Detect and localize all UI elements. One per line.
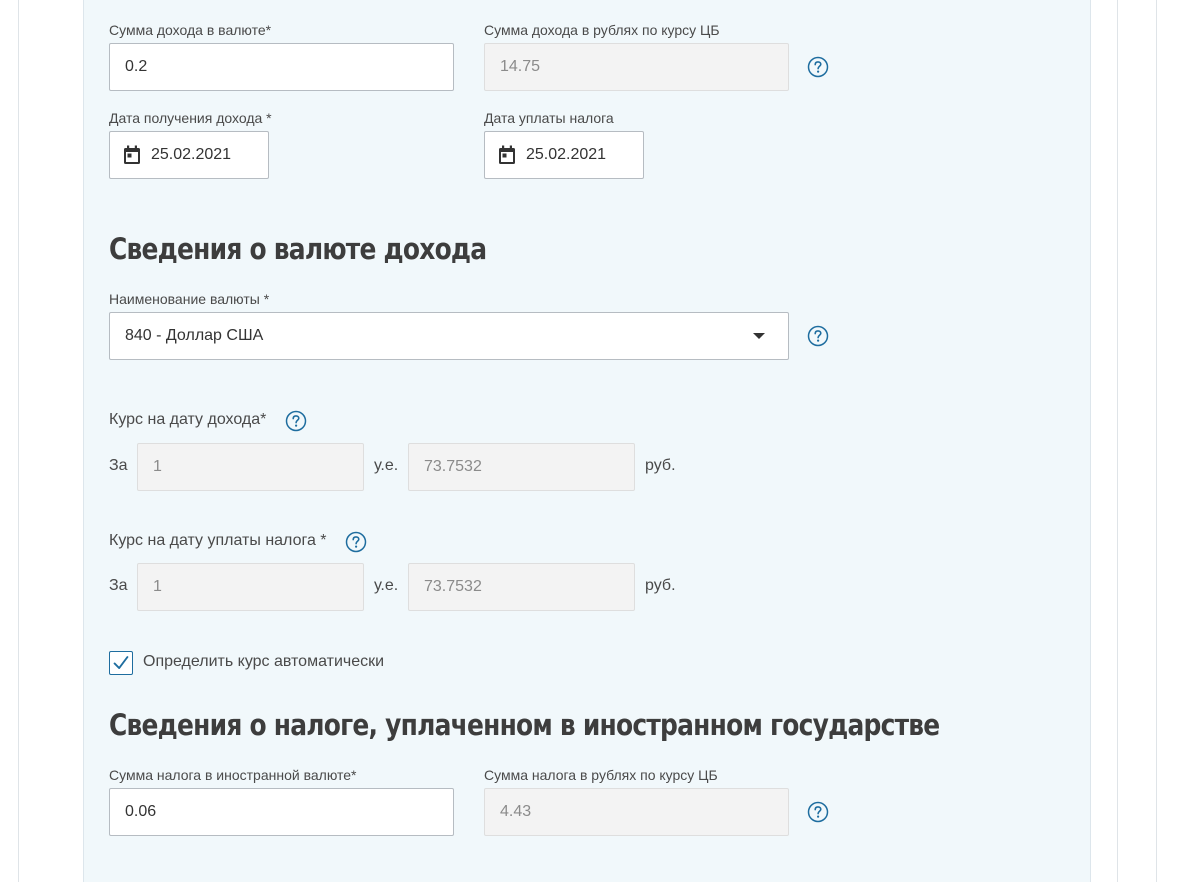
- page-frame-left: [18, 0, 58, 882]
- question-circle-icon[interactable]: [807, 325, 829, 347]
- tax-currency-input[interactable]: 0.06: [109, 788, 454, 836]
- tax-currency-label: Сумма налога в иностранной валюте*: [109, 767, 357, 783]
- rate-tax-for-label: За: [109, 577, 128, 594]
- income-amount-rub-label: Сумма дохода в рублях по курсу ЦБ: [484, 22, 720, 38]
- rate-tax-rub-field: 73.7532: [408, 563, 635, 611]
- tax-paid-date-value: 25.02.2021: [526, 146, 607, 163]
- income-amount-rub-field: 14.75: [484, 43, 789, 91]
- rate-tax-rub-suffix: руб.: [645, 577, 676, 594]
- currency-select[interactable]: 840 - Доллар США: [109, 312, 789, 360]
- rate-income-date-label: Курс на дату дохода*: [109, 411, 267, 428]
- tax-paid-date-label: Дата уплаты налога: [484, 110, 614, 126]
- tax-rub-label: Сумма налога в рублях по курсу ЦБ: [484, 767, 718, 783]
- currency-select-value: 840 - Доллар США: [125, 327, 264, 344]
- auto-rate-label[interactable]: Определить курс автоматически: [143, 653, 384, 671]
- question-circle-icon[interactable]: [807, 801, 829, 823]
- rate-income-units-suffix: у.е.: [374, 457, 399, 474]
- income-amount-currency-input[interactable]: 0.2: [109, 43, 454, 91]
- rate-income-for-label: За: [109, 457, 128, 474]
- calendar-icon: [499, 145, 515, 164]
- question-circle-icon[interactable]: [345, 531, 367, 553]
- income-amount-currency-label: Сумма дохода в валюте*: [109, 22, 272, 38]
- rate-tax-date-label: Курс на дату уплаты налога *: [109, 532, 327, 549]
- rate-income-rub-suffix: руб.: [645, 457, 676, 474]
- auto-rate-checkbox[interactable]: [109, 651, 133, 675]
- foreign-tax-section-heading: Сведения о налоге, уплаченном в иностран…: [109, 708, 940, 742]
- question-circle-icon[interactable]: [807, 56, 829, 78]
- tax-rub-field: 4.43: [484, 788, 789, 836]
- calendar-icon: [124, 145, 140, 164]
- rate-income-units-field: 1: [137, 443, 364, 491]
- currency-section-heading: Сведения о валюте дохода: [109, 232, 487, 266]
- check-icon: [113, 656, 129, 669]
- question-circle-icon[interactable]: [285, 410, 307, 432]
- page-frame-right: [1117, 0, 1157, 882]
- income-date-picker[interactable]: 25.02.2021: [109, 131, 269, 179]
- chevron-down-icon: [753, 333, 765, 339]
- currency-name-label: Наименование валюты *: [109, 291, 270, 307]
- tax-paid-date-picker[interactable]: 25.02.2021: [484, 131, 644, 179]
- rate-tax-units-suffix: у.е.: [374, 577, 399, 594]
- rate-income-rub-field: 73.7532: [408, 443, 635, 491]
- income-date-value: 25.02.2021: [151, 146, 232, 163]
- rate-tax-units-field: 1: [137, 563, 364, 611]
- income-date-label: Дата получения дохода *: [109, 110, 272, 126]
